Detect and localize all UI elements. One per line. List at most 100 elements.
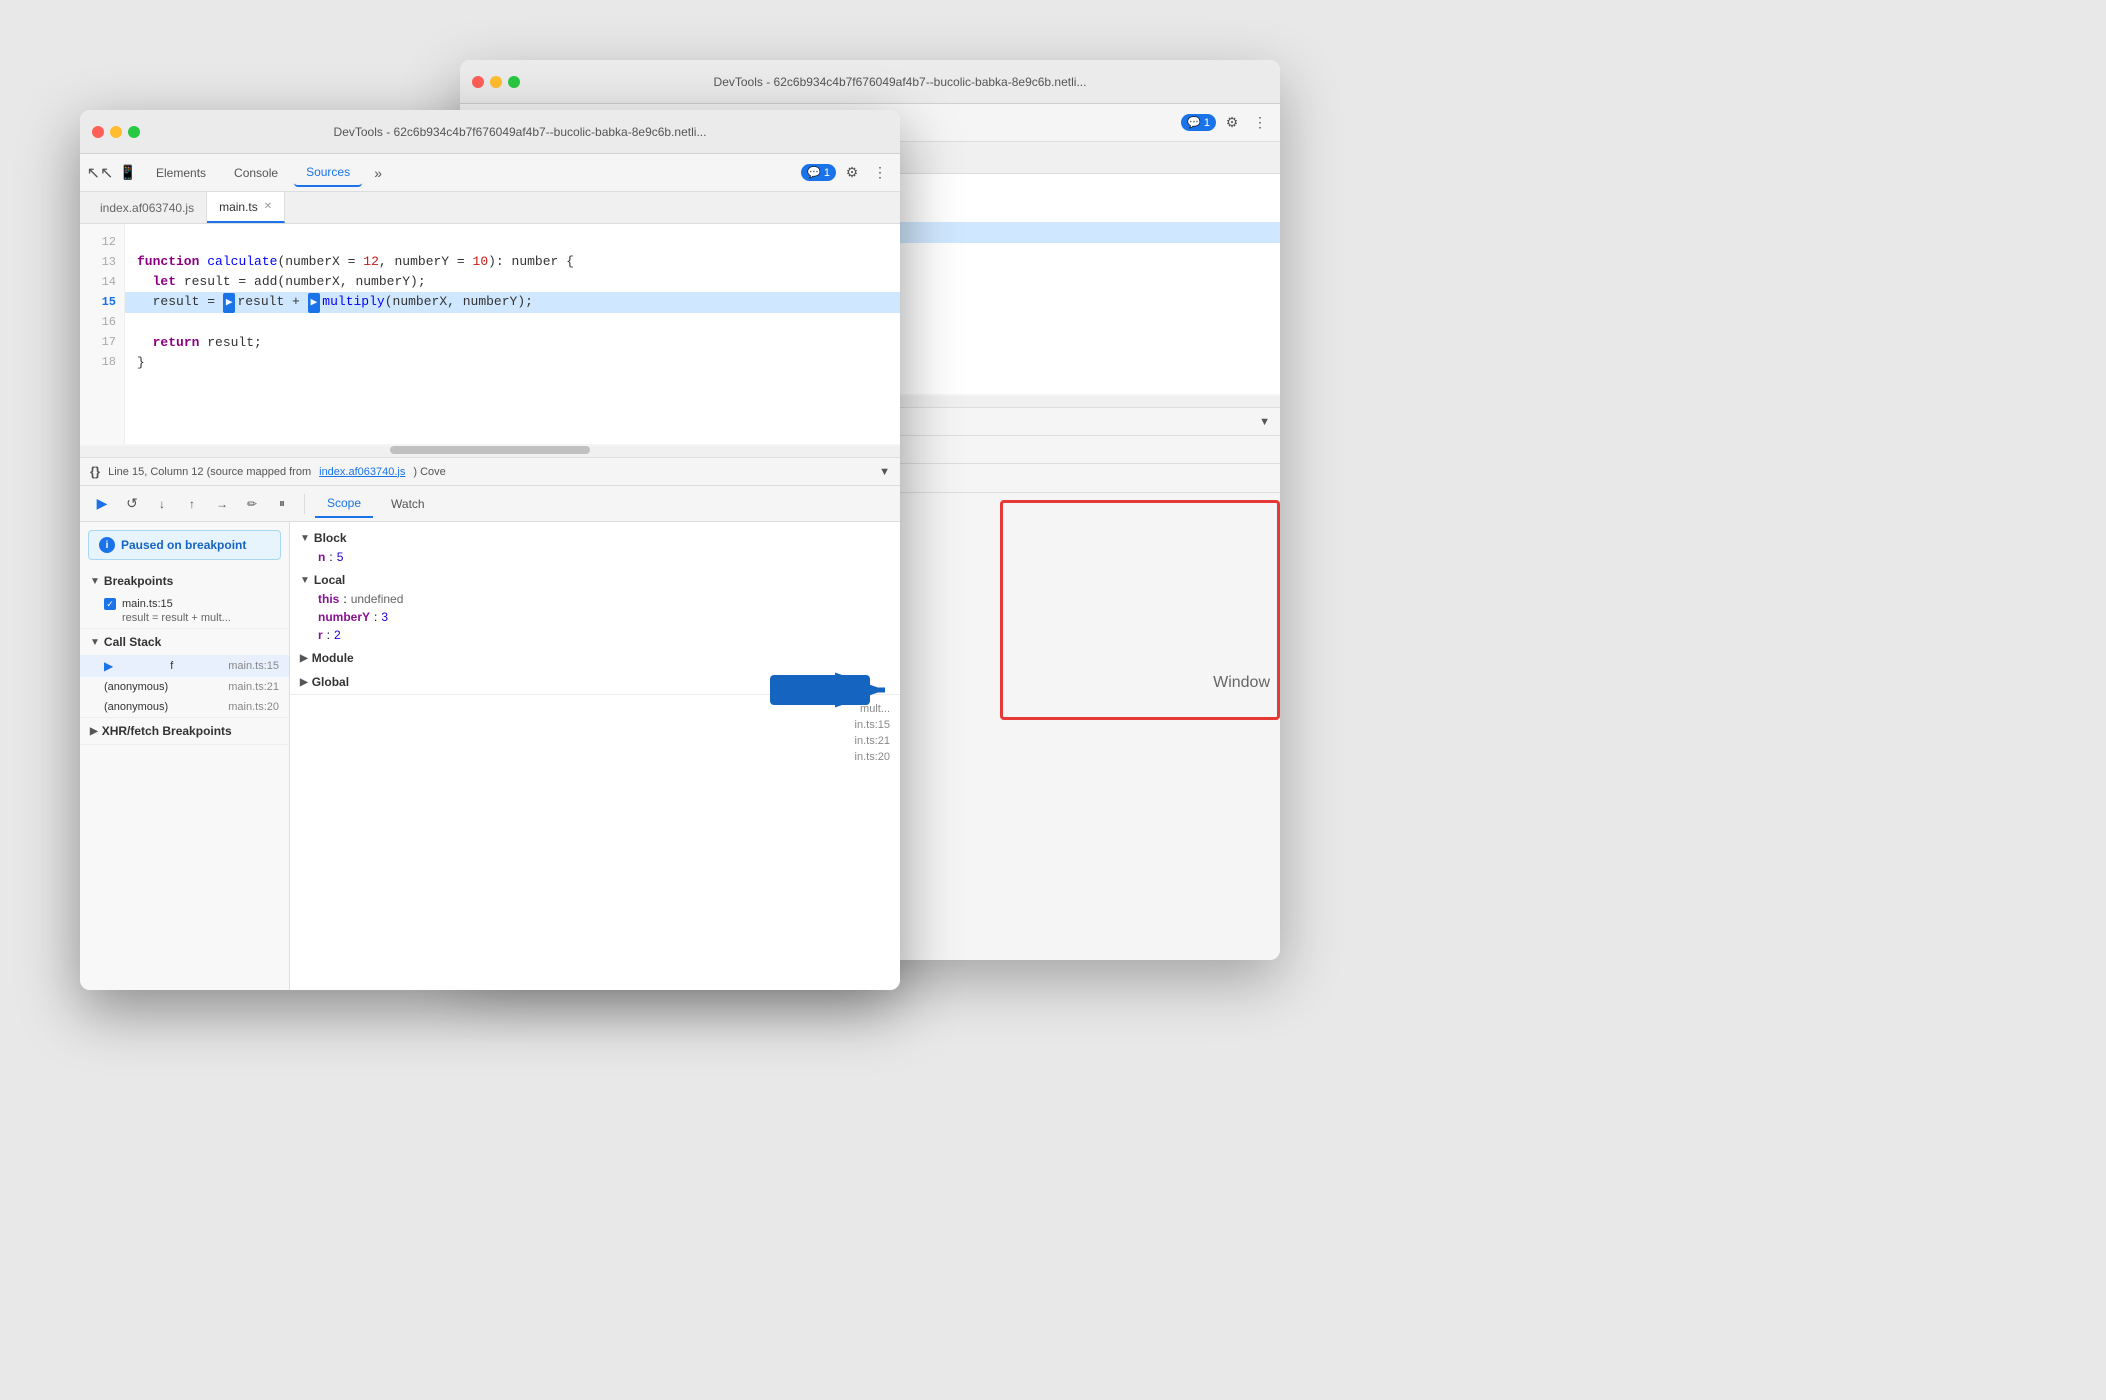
front-status-suffix: ) Cove bbox=[413, 466, 445, 478]
front-code-line-14: let result = add(numberX, numberY); bbox=[137, 272, 888, 292]
front-minimize-button[interactable] bbox=[110, 126, 122, 138]
front-xhr-header[interactable]: XHR/fetch Breakpoints bbox=[80, 718, 289, 744]
front-n-key: n bbox=[318, 550, 325, 564]
front-paused-text: Paused on breakpoint bbox=[121, 538, 246, 552]
front-file-tab-ts-close[interactable]: ✕ bbox=[264, 201, 272, 212]
front-scope-this: this : undefined bbox=[290, 590, 900, 608]
back-more-options-icon[interactable] bbox=[1248, 111, 1272, 135]
front-title-bar: DevTools - 62c6b934c4b7f676049af4b7--buc… bbox=[80, 110, 900, 154]
front-callstack-item-0[interactable]: ▶ f main.ts:15 bbox=[80, 655, 289, 677]
front-block-triangle bbox=[300, 533, 310, 544]
back-close-button[interactable] bbox=[472, 76, 484, 88]
front-xhr-section: XHR/fetch Breakpoints bbox=[80, 718, 289, 745]
front-this-value: undefined bbox=[351, 592, 404, 606]
front-bottom-panel: i Paused on breakpoint Breakpoints ✓ mai… bbox=[80, 522, 900, 990]
front-scope-block-n: n : 5 bbox=[290, 548, 900, 566]
line-num-16: 16 bbox=[88, 312, 116, 332]
front-callstack-header[interactable]: Call Stack bbox=[80, 629, 289, 655]
front-breakpoints-section: Breakpoints ✓ main.ts:15 result = result… bbox=[80, 568, 289, 629]
front-xhr-triangle bbox=[90, 726, 98, 737]
line-num-15: 15 bbox=[88, 292, 116, 312]
front-badge: 💬 1 bbox=[801, 164, 836, 181]
front-numberY-value: 3 bbox=[381, 610, 388, 624]
front-toolbar: ↖ 📱 Elements Console Sources » 💬 1 ⚙ ⋮ bbox=[80, 154, 900, 192]
front-tab-elements[interactable]: Elements bbox=[144, 160, 218, 186]
front-collapse-icon[interactable]: ▼ bbox=[879, 466, 890, 478]
front-scope-panel: Block n : 5 Local this : bbox=[290, 522, 900, 990]
front-scope-tab-watch[interactable]: Watch bbox=[379, 491, 437, 517]
front-cursor-icon[interactable]: ↖ bbox=[88, 161, 112, 185]
front-scope-numberY: numberY : 3 bbox=[290, 608, 900, 626]
front-tab-console[interactable]: Console bbox=[222, 160, 290, 186]
front-tab-sources[interactable]: Sources bbox=[294, 159, 362, 187]
front-pause-btn[interactable]: ⏸ bbox=[270, 492, 294, 516]
front-callstack-name-1: (anonymous) bbox=[104, 681, 168, 693]
front-bp-code: result = result + mult... bbox=[104, 612, 279, 624]
front-info-icon: i bbox=[99, 537, 115, 553]
front-maximize-button[interactable] bbox=[128, 126, 140, 138]
front-window-title: DevTools - 62c6b934c4b7f676049af4b7--buc… bbox=[152, 125, 888, 139]
front-bp-checkbox[interactable]: ✓ bbox=[104, 598, 116, 610]
front-r-key: r bbox=[318, 628, 323, 642]
front-step-into-btn[interactable]: ↓ bbox=[150, 492, 174, 516]
front-code-line-15: result = ▶result + ▶multiply(numberX, nu… bbox=[125, 292, 900, 313]
front-scope-tab-scope[interactable]: Scope bbox=[315, 490, 373, 518]
blue-arrow-container bbox=[770, 660, 890, 720]
front-breakpoints-header[interactable]: Breakpoints bbox=[80, 568, 289, 594]
line-num-17: 17 bbox=[88, 332, 116, 352]
line-num-14: 14 bbox=[88, 272, 116, 292]
front-callstack-loc-1: main.ts:21 bbox=[228, 681, 279, 693]
front-debugger-controls: ▶ ↺ ↓ ↑ → ✏ ⏸ Scope Watch bbox=[80, 486, 900, 522]
front-callstack-arrow-0: ▶ bbox=[104, 659, 113, 673]
back-maximize-button[interactable] bbox=[508, 76, 520, 88]
front-scope-local-header[interactable]: Local bbox=[290, 570, 900, 590]
front-reload-btn[interactable]: ↺ bbox=[120, 492, 144, 516]
back-minimize-button[interactable] bbox=[490, 76, 502, 88]
front-file-tabs: index.af063740.js main.ts ✕ bbox=[80, 192, 900, 224]
front-callstack-triangle bbox=[90, 637, 100, 648]
front-paused-banner: i Paused on breakpoint bbox=[88, 530, 281, 560]
front-breakpoints-triangle bbox=[90, 576, 100, 587]
front-more-options-icon[interactable]: ⋮ bbox=[868, 161, 892, 185]
front-code-line-13: function calculate(numberX = 12, numberY… bbox=[137, 252, 888, 272]
front-badge-chat-icon: 💬 bbox=[807, 166, 821, 179]
front-callstack-name-0: f bbox=[170, 660, 173, 672]
front-step-out-btn[interactable]: ↑ bbox=[180, 492, 204, 516]
back-badge-count: 1 bbox=[1204, 117, 1210, 129]
front-deactivate-btn[interactable]: ✏ bbox=[240, 492, 264, 516]
front-block-label: Block bbox=[314, 531, 347, 545]
front-close-button[interactable] bbox=[92, 126, 104, 138]
front-code-line-16 bbox=[137, 313, 888, 333]
front-file-tab-js[interactable]: index.af063740.js bbox=[88, 192, 207, 223]
back-collapse-icon[interactable]: ▼ bbox=[1259, 416, 1270, 428]
front-scrollbar-thumb[interactable] bbox=[390, 446, 590, 454]
front-traffic-lights bbox=[92, 126, 140, 138]
front-ref-ts21: in.ts:21 bbox=[300, 735, 890, 747]
front-status-bar: {} Line 15, Column 12 (source mapped fro… bbox=[80, 458, 900, 486]
front-scope-block-header[interactable]: Block bbox=[290, 528, 900, 548]
front-global-label: Global bbox=[312, 675, 349, 689]
front-file-tab-ts-label: main.ts bbox=[219, 200, 258, 214]
front-step-over-btn[interactable]: → bbox=[210, 492, 234, 516]
back-badge: 💬 1 bbox=[1181, 114, 1216, 131]
front-resume-btn[interactable]: ▶ bbox=[90, 492, 114, 516]
front-more-tabs-icon[interactable]: » bbox=[366, 161, 390, 185]
front-line-numbers: 12 13 14 15 16 17 18 bbox=[80, 224, 125, 444]
front-callstack-loc-0: main.ts:15 bbox=[228, 660, 279, 672]
front-ref-ts20: in.ts:20 bbox=[300, 751, 890, 763]
front-xhr-label: XHR/fetch Breakpoints bbox=[102, 724, 232, 738]
front-code-line-12 bbox=[137, 232, 888, 252]
front-settings-icon[interactable]: ⚙ bbox=[840, 161, 864, 185]
front-device-icon[interactable]: 📱 bbox=[116, 161, 140, 185]
front-local-triangle bbox=[300, 575, 310, 586]
back-settings-icon[interactable] bbox=[1220, 111, 1244, 135]
front-file-tab-ts[interactable]: main.ts ✕ bbox=[207, 192, 285, 223]
front-global-triangle bbox=[300, 677, 308, 688]
front-callstack-item-2[interactable]: (anonymous) main.ts:20 bbox=[80, 697, 289, 717]
front-this-key: this bbox=[318, 592, 339, 606]
front-scope-local: Local this : undefined numberY : 3 r bbox=[290, 568, 900, 646]
front-callstack-item-1[interactable]: (anonymous) main.ts:21 bbox=[80, 677, 289, 697]
front-code-area: 12 13 14 15 16 17 18 function calculate(… bbox=[80, 224, 900, 444]
front-status-link[interactable]: index.af063740.js bbox=[319, 466, 405, 478]
front-scrollbar[interactable] bbox=[80, 446, 900, 458]
